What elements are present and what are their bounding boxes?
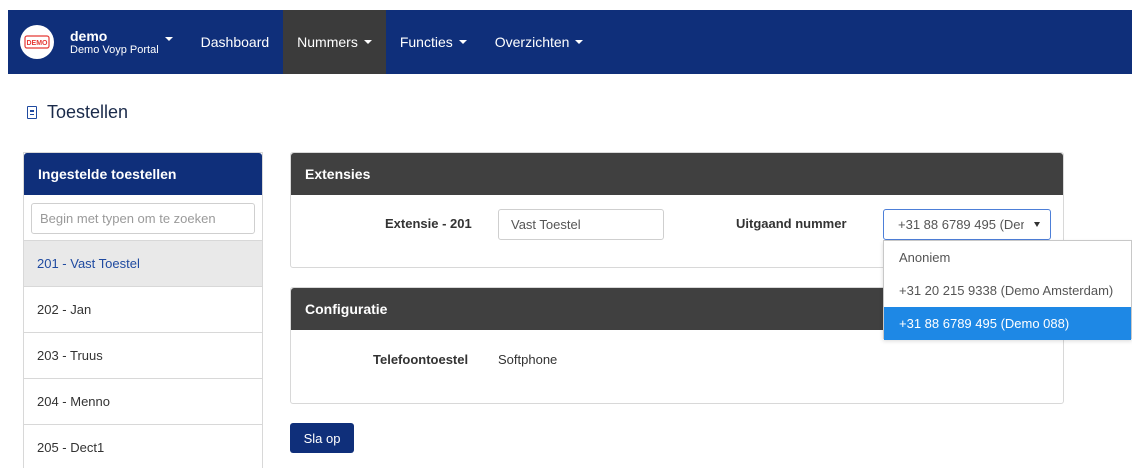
save-button[interactable]: Sla op	[290, 423, 354, 453]
chevron-down-icon	[458, 40, 467, 44]
list-item-device[interactable]: 204 - Menno	[24, 379, 262, 425]
outgoing-number-select[interactable]: +31 88 6789 495 (Demo 088)	[883, 209, 1051, 240]
extensies-panel-title: Extensies	[291, 153, 1063, 195]
svg-text:DEMO: DEMO	[27, 40, 49, 47]
top-navbar: DEMO demo Demo Voyp Portal Dashboard Num…	[8, 10, 1132, 74]
phone-list-icon	[27, 106, 37, 119]
brand-menu[interactable]: DEMO demo Demo Voyp Portal	[8, 10, 187, 74]
dropdown-option[interactable]: +31 20 215 9338 (Demo Amsterdam)	[884, 274, 1131, 307]
list-item-device[interactable]: 202 - Jan	[24, 287, 262, 333]
dropdown-option-selected[interactable]: +31 88 6789 495 (Demo 088)	[884, 307, 1131, 340]
list-item-device[interactable]: 201 - Vast Toestel	[24, 241, 262, 287]
nav-nummers[interactable]: Nummers	[283, 10, 386, 74]
nav-dashboard[interactable]: Dashboard	[187, 10, 284, 74]
devices-panel-title: Ingestelde toestellen	[24, 153, 262, 195]
dropdown-option[interactable]: Anoniem	[884, 241, 1131, 274]
search-input[interactable]	[31, 203, 255, 234]
page-title: Toestellen	[27, 102, 128, 123]
extension-label: Extensie - 201	[385, 216, 472, 231]
outgoing-number-label: Uitgaand nummer	[736, 216, 847, 231]
phone-type-value: Softphone	[498, 352, 558, 367]
chevron-down-icon	[1034, 222, 1040, 227]
phone-type-label: Telefoontoestel	[373, 352, 469, 367]
devices-panel: Ingestelde toestellen 201 - Vast Toestel…	[23, 152, 263, 468]
outgoing-number-dropdown: Anoniem +31 20 215 9338 (Demo Amsterdam)…	[883, 240, 1132, 340]
extension-name-input[interactable]	[498, 209, 664, 240]
brand-name: demo	[70, 27, 108, 44]
demo-logo-icon: DEMO	[20, 25, 54, 59]
list-item-device[interactable]: 203 - Truus	[24, 333, 262, 379]
brand-subtitle: Demo Voyp Portal	[70, 43, 159, 56]
nav-overzichten[interactable]: Overzichten	[481, 10, 598, 74]
chevron-down-icon	[164, 37, 173, 41]
nav-functies[interactable]: Functies	[386, 10, 481, 74]
chevron-down-icon	[575, 40, 584, 44]
chevron-down-icon	[363, 40, 372, 44]
list-item-device[interactable]: 205 - Dect1	[24, 425, 262, 468]
